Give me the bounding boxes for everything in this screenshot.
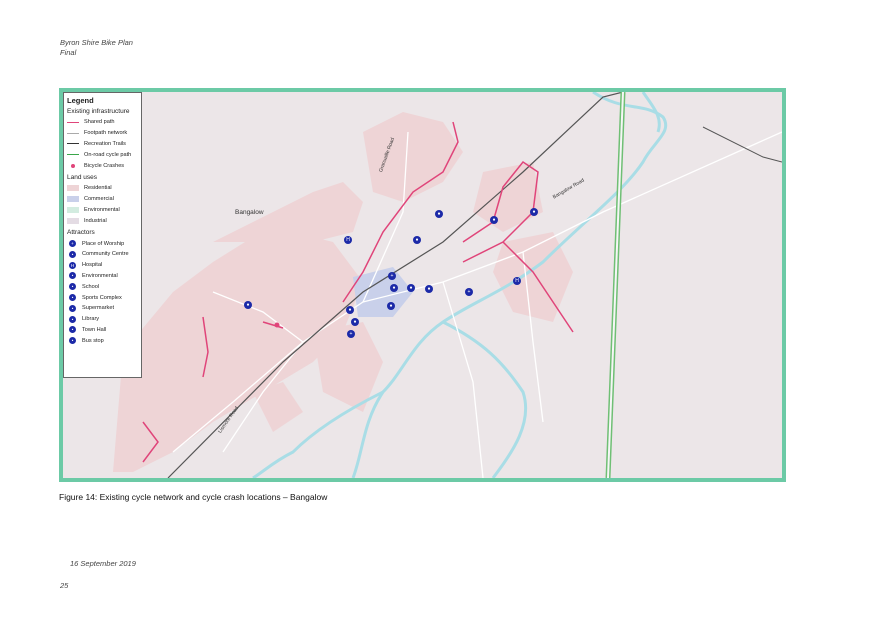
leaf-icon: •: [69, 272, 76, 280]
legend-item: Environmental: [67, 205, 138, 216]
cart-icon[interactable]: ●: [351, 318, 359, 326]
map-legend: Legend Existing infrastructure Shared pa…: [63, 92, 142, 378]
town-label: Bangalow: [235, 209, 264, 216]
sports-icon: •: [69, 294, 76, 302]
hospital-icon[interactable]: H: [513, 277, 521, 285]
legend-item: On-road cycle path: [67, 149, 138, 160]
legend-item: Footpath network: [67, 128, 138, 139]
legend-item: • Sports Complex: [67, 292, 138, 303]
cross-icon: +: [69, 240, 76, 248]
cart-icon[interactable]: ●: [390, 284, 398, 292]
motorway-centre: [607, 92, 624, 478]
cart-icon: •: [69, 304, 76, 312]
figure-caption: Figure 14: Existing cycle network and cy…: [59, 492, 328, 502]
hall-icon: •: [69, 326, 76, 334]
legend-title: Legend: [67, 96, 94, 105]
legend-item: • Town Hall: [67, 325, 138, 336]
legend-item: • Community Centre: [67, 249, 138, 260]
legend-item: • Bus stop: [67, 335, 138, 346]
legend-item: Residential: [67, 183, 138, 194]
map-frame[interactable]: Bangalow Granuaille Road Bangalow Road L…: [59, 88, 786, 482]
sports-icon[interactable]: ●: [490, 216, 498, 224]
cross-icon[interactable]: +: [347, 330, 355, 338]
school-icon: •: [69, 283, 76, 291]
cross-icon[interactable]: +: [388, 272, 396, 280]
legend-item: Industrial: [67, 215, 138, 226]
community-icon[interactable]: ●: [413, 236, 421, 244]
bicycle-crash-marker: [274, 322, 280, 328]
rail-line-east: [702, 126, 782, 163]
sports-icon[interactable]: ●: [530, 208, 538, 216]
legend-item: Recreation Trails: [67, 139, 138, 150]
legend-item: Commercial: [67, 194, 138, 205]
book-icon[interactable]: ●: [425, 285, 433, 293]
legend-item: • Environmental: [67, 271, 138, 282]
hall-icon[interactable]: ●: [387, 302, 395, 310]
legend-item: H Hospital: [69, 261, 103, 269]
community-icon: •: [69, 250, 76, 258]
page-number: 25: [60, 581, 69, 590]
bus-icon: •: [69, 337, 76, 345]
book-icon: •: [69, 315, 76, 323]
legend-attractors-heading: Attractors: [67, 229, 95, 237]
legend-item: • Library: [67, 314, 138, 325]
hospital-icon[interactable]: H: [344, 236, 352, 244]
legend-item: Bicycle Crashes: [67, 160, 138, 171]
document-header-status: Final: [60, 48, 77, 57]
cross-icon[interactable]: +: [465, 288, 473, 296]
document-header-title: Byron Shire Bike Plan: [60, 38, 133, 47]
legend-infra-heading: Existing infrastructure: [67, 108, 130, 115]
footer-date: 16 September 2019: [70, 559, 136, 568]
crash-dot-icon: [71, 163, 75, 168]
legend-item: + Place of Worship: [67, 238, 138, 249]
residential-areas: [113, 112, 573, 472]
community-icon[interactable]: ●: [244, 301, 252, 309]
map-canvas: [113, 92, 782, 478]
school-icon[interactable]: ●: [407, 284, 415, 292]
legend-item: • School: [67, 281, 138, 292]
hospital-icon: H: [69, 261, 76, 269]
leaf-icon[interactable]: ●: [435, 210, 443, 218]
legend-item: Shared path: [67, 117, 138, 128]
legend-item: • Supermarket: [67, 303, 138, 314]
bus-icon[interactable]: ●: [346, 306, 354, 314]
legend-landuse-heading: Land uses: [67, 173, 97, 181]
